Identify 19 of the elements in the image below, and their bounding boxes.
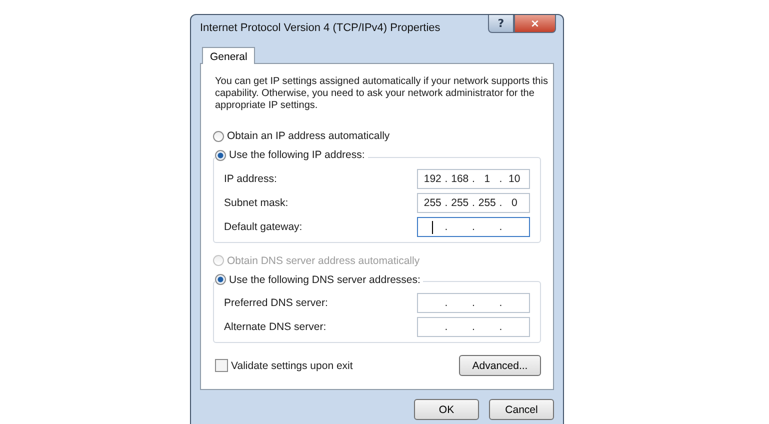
ip-address-field[interactable]: 255 . 255 . 255 . 0: [417, 192, 530, 212]
ip-address-field[interactable]: 192 . 168 . 1 . 10: [417, 168, 530, 188]
field-label: Alternate DNS server:: [224, 321, 326, 333]
field-label: IP address:: [224, 172, 277, 184]
radio-option[interactable]: Obtain an IP address automatically: [213, 130, 541, 142]
validate-checkbox[interactable]: Validate settings upon exit: [215, 359, 353, 372]
ip-address-field[interactable]: . . .: [417, 216, 530, 236]
field-label: Preferred DNS server:: [224, 297, 328, 309]
tab[interactable]: General: [202, 47, 256, 64]
field-label: Default gateway:: [224, 220, 302, 232]
field-label: Subnet mask:: [224, 196, 288, 208]
ip-address-field[interactable]: . . .: [417, 317, 530, 337]
help-button[interactable]: ?: [488, 15, 514, 33]
cancel-button[interactable]: Cancel: [489, 399, 554, 420]
window-title: Internet Protocol Version 4 (TCP/IPv4) Properties: [200, 22, 440, 34]
ip-address-field[interactable]: . . .: [417, 293, 530, 313]
advanced-button[interactable]: Advanced...: [459, 355, 541, 376]
description-text: You can get IP settings assigned automatically if your network supports this capability. Otherwise, you need to ask your network administrator for the appropriate IP settings.: [215, 76, 549, 112]
ok-button[interactable]: OK: [414, 399, 479, 420]
